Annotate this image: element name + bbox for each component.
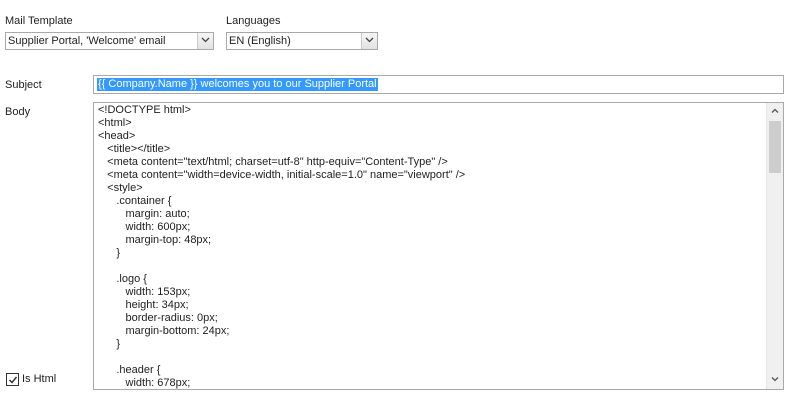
code-line: width: 600px;	[98, 221, 191, 233]
mail-template-editor: Mail Template Supplier Portal, 'Welcome'…	[0, 0, 789, 401]
code-line: width: 153px;	[98, 286, 191, 298]
chevron-down-icon	[771, 377, 779, 382]
mail-template-label: Mail Template	[5, 15, 73, 27]
languages-dropdown-button[interactable]	[361, 33, 377, 49]
scroll-down-button[interactable]	[767, 372, 783, 389]
code-line: <title></title>	[98, 143, 171, 155]
is-html-label: Is Html	[22, 373, 57, 385]
scroll-thumb[interactable]	[769, 121, 781, 173]
checkmark-icon	[8, 376, 18, 384]
code-line: }	[98, 247, 121, 259]
code-line: <html>	[98, 117, 132, 129]
is-html-checkbox[interactable]	[6, 373, 19, 386]
code-line: width: 678px;	[98, 377, 191, 389]
code-line: margin: auto;	[98, 208, 190, 220]
languages-dropdown[interactable]: EN (English)	[226, 32, 378, 50]
code-line: .container {	[98, 195, 172, 207]
code-line: height: 34px;	[98, 299, 189, 311]
body-code[interactable]: <!DOCTYPE html> <html> <head> <title></tit…	[98, 104, 765, 389]
body-scrollbar[interactable]	[766, 103, 783, 389]
code-line: .logo {	[98, 273, 147, 285]
languages-value: EN (English)	[229, 35, 291, 47]
code-line: <style>	[98, 182, 143, 194]
languages-label: Languages	[226, 15, 281, 27]
subject-value: {{ Company.Name }} welcomes you to our S…	[97, 78, 378, 91]
code-line: <head>	[98, 130, 136, 142]
body-label: Body	[5, 106, 31, 118]
chevron-down-icon	[365, 37, 374, 43]
code-line: }	[98, 338, 121, 350]
subject-input[interactable]: {{ Company.Name }} welcomes you to our S…	[93, 75, 784, 94]
code-line: margin-bottom: 24px;	[98, 325, 230, 337]
code-line: <meta content="text/html; charset=utf-8"…	[98, 156, 448, 168]
code-line: .header {	[98, 364, 161, 376]
code-line: <meta content="width=device-width, initi…	[98, 169, 466, 181]
subject-label: Subject	[5, 79, 42, 91]
code-line: <!DOCTYPE html>	[98, 104, 191, 116]
scroll-up-button[interactable]	[767, 103, 783, 120]
body-editor[interactable]: <!DOCTYPE html> <html> <head> <title></tit…	[93, 102, 784, 390]
chevron-up-icon	[771, 108, 779, 113]
mail-template-dropdown-button[interactable]	[197, 33, 213, 49]
code-line: border-radius: 0px;	[98, 312, 218, 324]
chevron-down-icon	[201, 37, 210, 43]
code-line: margin-top: 48px;	[98, 234, 212, 246]
mail-template-value: Supplier Portal, 'Welcome' email	[8, 35, 166, 47]
mail-template-dropdown[interactable]: Supplier Portal, 'Welcome' email	[5, 32, 214, 50]
